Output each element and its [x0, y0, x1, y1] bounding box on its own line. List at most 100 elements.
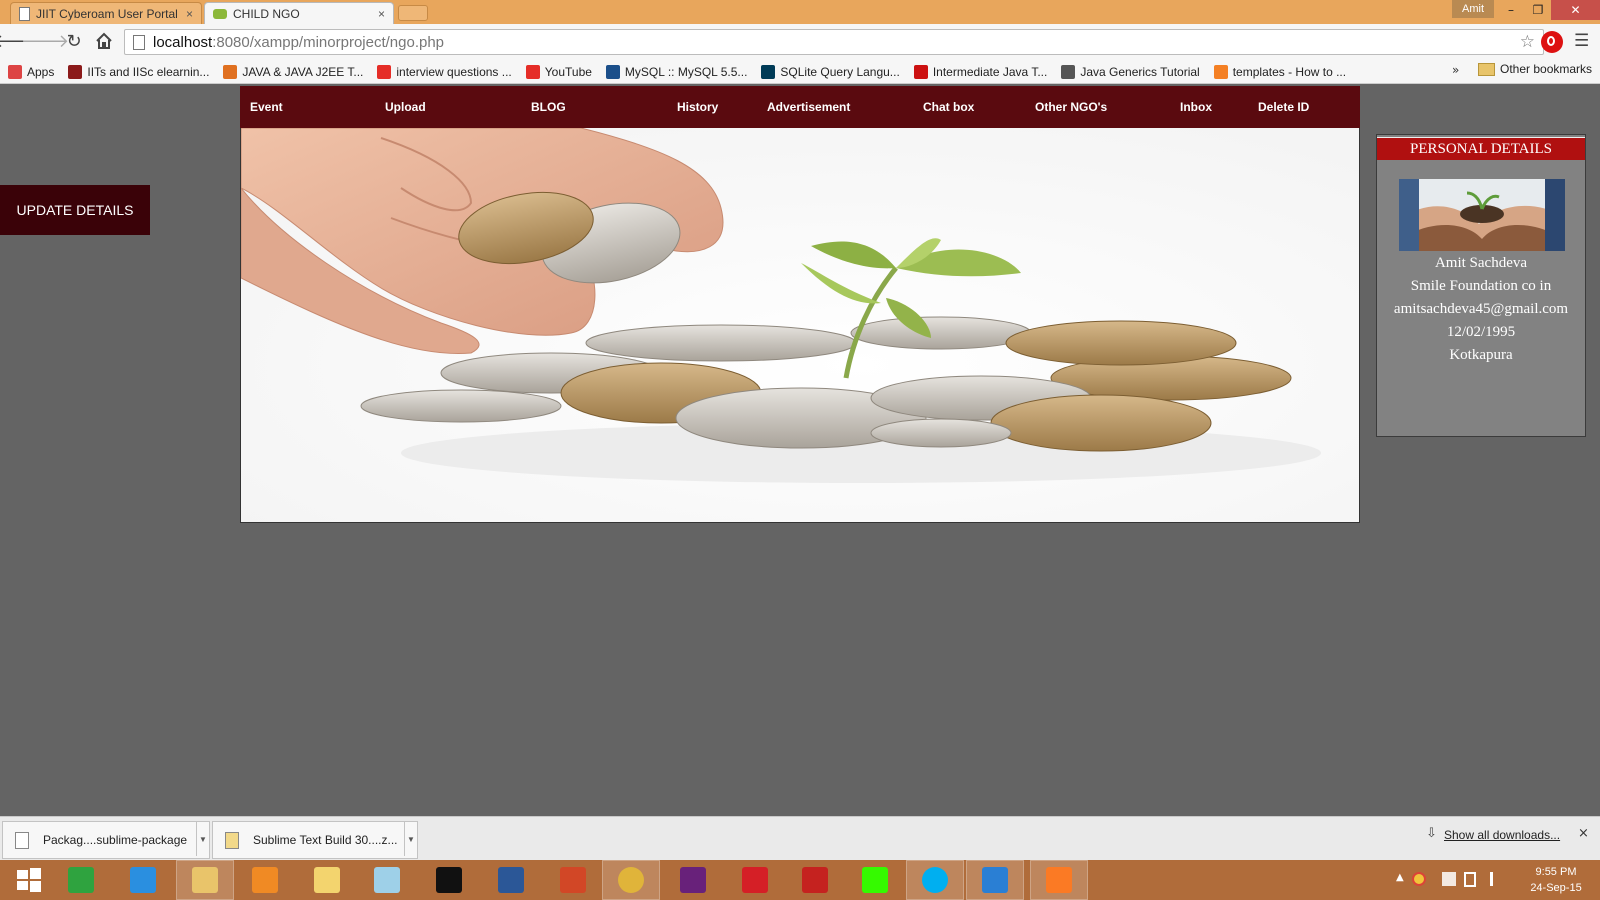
minimize-button[interactable]: –	[1497, 0, 1525, 20]
bookmark-item[interactable]: IITs and IISc elearnin...	[68, 64, 209, 79]
show-hidden-icons[interactable]: ▲	[1396, 872, 1404, 883]
nav-link-upload[interactable]: Upload	[385, 86, 426, 128]
chrome-icon	[618, 867, 644, 893]
ngo-nav-bar: Event Upload BLOG History Advertisement Chat …	[240, 86, 1360, 128]
restore-button[interactable]: ❐	[1524, 0, 1552, 20]
bookmark-item[interactable]: templates - How to ...	[1213, 64, 1347, 79]
bookmark-item[interactable]: Java Generics Tutorial	[1061, 64, 1200, 79]
profile-email: amitsachdeva45@gmail.com	[1393, 301, 1569, 317]
taskbar-acrobat-button[interactable]	[786, 860, 844, 900]
bookmark-label: templates - How to ...	[1232, 64, 1347, 79]
nav-link-advertisement[interactable]: Advertisement	[767, 86, 850, 128]
bookmark-item[interactable]: Apps	[8, 64, 54, 79]
bookmark-label: SQLite Query Langu...	[780, 64, 900, 79]
taskbar-powerpoint-button[interactable]	[544, 860, 602, 900]
taskbar-dreamweaver-button[interactable]	[846, 860, 904, 900]
taskbar-word-button[interactable]	[482, 860, 540, 900]
sqlite-icon	[761, 64, 776, 79]
bookmark-label: YouTube	[544, 64, 592, 79]
zip-file-icon	[225, 831, 239, 849]
nptel-icon	[68, 64, 83, 79]
tab-child-ngo[interactable]: CHILD NGO ×	[204, 2, 394, 24]
dreamweaver-icon	[862, 867, 888, 893]
close-window-button[interactable]: ✕	[1551, 0, 1600, 20]
nav-link-inbox[interactable]: Inbox	[1180, 86, 1212, 128]
taskbar-folder-button[interactable]	[298, 860, 356, 900]
xampp-icon	[1046, 867, 1072, 893]
show-all-downloads-link[interactable]: Show all downloads...	[1444, 828, 1560, 842]
chevron-down-icon[interactable]: ▼	[196, 822, 209, 856]
adblock-extension-icon[interactable]	[1541, 31, 1563, 53]
taskbar-kaspersky-button[interactable]	[726, 860, 784, 900]
profile-city: Kotkapura	[1449, 347, 1513, 363]
address-bar[interactable]: localhost:8080/xampp/minorproject/ngo.ph…	[124, 29, 1544, 55]
personal-details-panel: PERSONAL DETAILS Amit Sachdeva Smile Fou…	[1376, 134, 1586, 437]
bookmark-item[interactable]: SQLite Query Langu...	[761, 64, 900, 79]
taskbar-vlc-button[interactable]	[236, 860, 294, 900]
bookmark-item[interactable]: MySQL :: MySQL 5.5...	[605, 64, 747, 79]
action-center-icon[interactable]	[1442, 872, 1456, 886]
update-details-button[interactable]: UPDATE DETAILS	[0, 185, 150, 235]
page-icon	[133, 34, 145, 50]
nav-link-event[interactable]: Event	[250, 86, 283, 128]
profile-badge[interactable]: Amit	[1452, 0, 1494, 18]
close-icon[interactable]: ×	[378, 7, 385, 21]
taskbar-skype-button[interactable]	[906, 860, 964, 900]
download-filename: Sublime Text Build 30....z...	[253, 833, 398, 847]
tab-jiit-cyberoam[interactable]: JIIT Cyberoam User Portal ×	[10, 2, 202, 24]
clock-time: 9:55 PM	[1535, 866, 1577, 878]
reload-button[interactable]: ↻	[63, 30, 85, 52]
nav-link-delete-id[interactable]: Delete ID	[1258, 86, 1309, 128]
nav-link-history[interactable]: History	[677, 86, 718, 128]
stackoverflow-icon	[1213, 64, 1228, 79]
forward-button[interactable]: 🡒	[21, 30, 69, 52]
powerpoint-icon	[560, 867, 586, 893]
nav-link-blog[interactable]: BLOG	[531, 86, 566, 128]
hero-image	[240, 128, 1360, 523]
other-bookmarks[interactable]: Other bookmarks	[1478, 62, 1592, 76]
new-tab-button[interactable]	[398, 5, 428, 21]
bookmark-item[interactable]: JAVA & JAVA J2EE T...	[223, 64, 364, 79]
chrome-tray-icon[interactable]	[1412, 872, 1426, 886]
close-downloads-button[interactable]: ×	[1578, 826, 1589, 841]
battery-icon[interactable]	[1464, 872, 1476, 887]
taskbar-store-button[interactable]	[52, 860, 110, 900]
taskbar-visual-studio-button[interactable]	[664, 860, 722, 900]
taskbar-chrome-button[interactable]	[602, 860, 660, 900]
apps-grid-icon	[8, 64, 22, 79]
chevron-down-icon[interactable]: ▼	[404, 822, 417, 856]
taskbar-notepad-button[interactable]	[358, 860, 416, 900]
bookmark-item[interactable]: Intermediate Java T...	[913, 64, 1047, 79]
bookmark-item[interactable]: interview questions ...	[377, 64, 512, 79]
taskbar-xampp-button[interactable]	[1030, 860, 1088, 900]
bookmark-item[interactable]: YouTube	[525, 64, 592, 79]
volume-icon[interactable]	[1490, 872, 1506, 886]
nav-link-chat-box[interactable]: Chat box	[923, 86, 974, 128]
kaspersky-icon	[742, 867, 768, 893]
bookmark-star-icon[interactable]: ☆	[1520, 32, 1535, 52]
system-clock[interactable]: 9:55 PM 24-Sep-15	[1520, 864, 1592, 896]
taskbar-ie-button[interactable]	[114, 860, 172, 900]
home-button[interactable]	[93, 30, 115, 52]
download-arrow-icon: ⇩	[1426, 826, 1437, 841]
taskbar-file-explorer-button[interactable]	[176, 860, 234, 900]
download-item[interactable]: Packag....sublime-package ▼	[2, 821, 210, 859]
acrobat-icon	[802, 867, 828, 893]
taskbar-wifi-button[interactable]	[966, 860, 1024, 900]
more-bookmarks-icon[interactable]: »	[1452, 63, 1459, 77]
coins-plant-illustration	[241, 128, 1359, 522]
bookmark-label: JAVA & JAVA J2EE T...	[242, 64, 364, 79]
menu-icon[interactable]: ☰	[1574, 31, 1589, 51]
home-icon	[96, 32, 112, 49]
download-item[interactable]: Sublime Text Build 30....z... ▼	[212, 821, 418, 859]
download-filename: Packag....sublime-package	[43, 833, 188, 847]
nav-link-other-ngo-s[interactable]: Other NGO's	[1035, 86, 1107, 128]
bookmark-red-icon	[913, 64, 928, 79]
close-icon[interactable]: ×	[186, 7, 193, 21]
clock-date: 24-Sep-15	[1530, 882, 1582, 894]
youtube-icon	[377, 64, 392, 79]
tab-title: JIIT Cyberoam User Portal	[36, 6, 178, 21]
taskbar-start-button[interactable]	[0, 860, 58, 900]
profile-dob: 12/02/1995	[1446, 324, 1516, 340]
taskbar-cmd-button[interactable]	[420, 860, 478, 900]
